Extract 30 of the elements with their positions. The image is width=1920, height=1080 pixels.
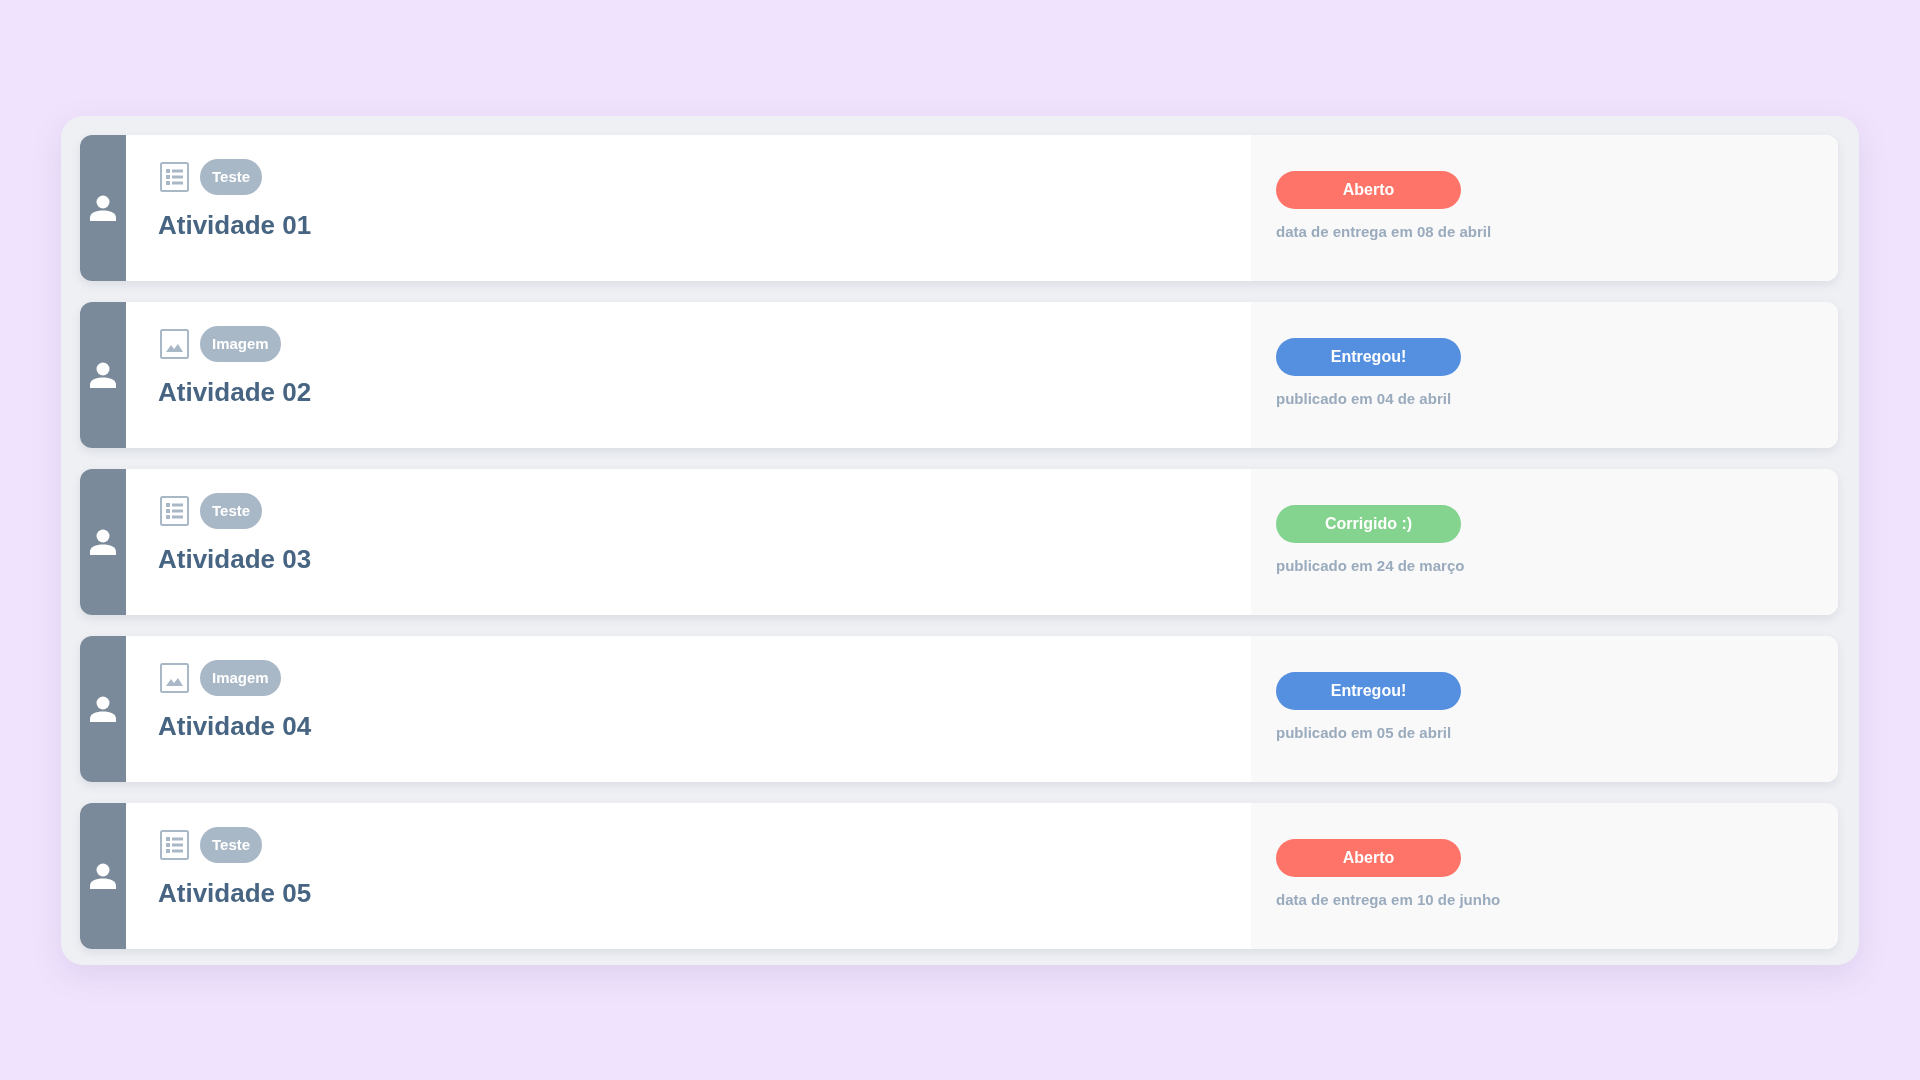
type-tag: Imagem [200,326,281,362]
list-icon [160,496,189,526]
activity-title: Atividade 05 [158,877,312,909]
type-tag: Teste [200,493,263,529]
person-icon [90,362,116,388]
person-icon [90,529,116,555]
status-badge: Entregou! [1276,672,1461,710]
activity-title: Atividade 02 [158,376,312,408]
status-badge: Aberto [1276,171,1461,209]
person-icon [90,696,116,722]
type-tag: Teste [200,159,263,195]
person-icon [90,195,116,221]
type-tag: Teste [200,827,263,863]
activity-title: Atividade 01 [158,209,312,241]
list-icon [160,162,189,192]
date-text: data de entrega em 10 de junho [1276,890,1501,910]
activity-title: Atividade 03 [158,543,312,575]
image-icon [160,663,189,693]
activity-title: Atividade 04 [158,710,312,742]
date-text: publicado em 04 de abril [1276,389,1452,409]
status-badge: Entregou! [1276,338,1461,376]
status-badge: Corrigido :) [1276,505,1461,543]
date-text: data de entrega em 08 de abril [1276,222,1492,242]
person-icon [90,863,116,889]
list-icon [160,830,189,860]
status-badge: Aberto [1276,839,1461,877]
image-icon [160,329,189,359]
date-text: publicado em 24 de março [1276,556,1465,576]
date-text: publicado em 05 de abril [1276,723,1452,743]
type-tag: Imagem [200,660,281,696]
